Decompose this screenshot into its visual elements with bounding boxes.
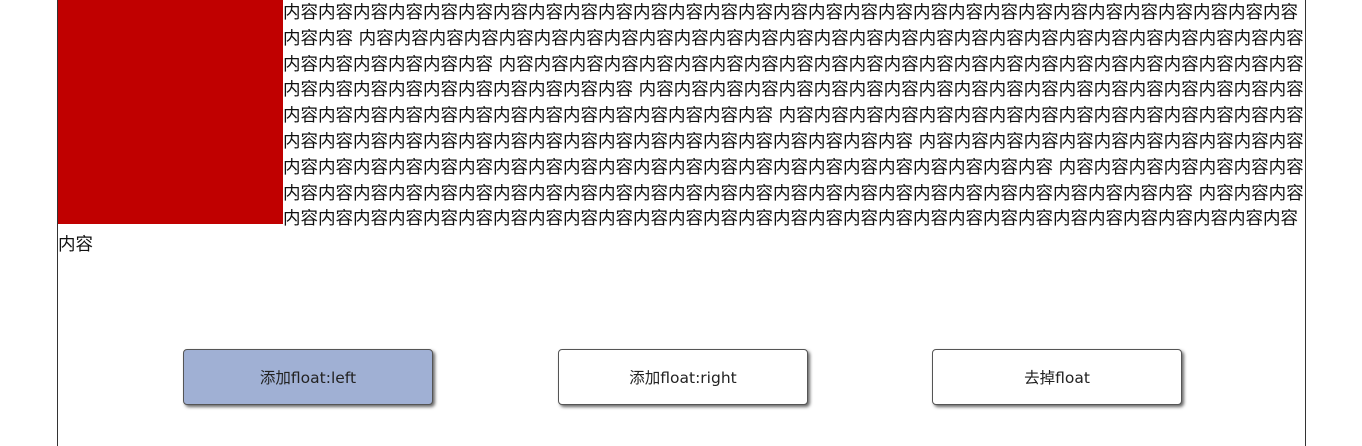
- add-float-right-button[interactable]: 添加float:right: [558, 349, 808, 405]
- demo-container: 内容内容内容内容内容内容内容内容内容内容内容内容内容内容内容内容内容内容内容内容…: [57, 0, 1306, 446]
- floated-red-box: [58, 0, 283, 224]
- remove-float-button[interactable]: 去掉float: [932, 349, 1182, 405]
- content-area: 内容内容内容内容内容内容内容内容内容内容内容内容内容内容内容内容内容内容内容内容…: [58, 0, 1305, 291]
- add-float-left-button[interactable]: 添加float:left: [183, 349, 433, 405]
